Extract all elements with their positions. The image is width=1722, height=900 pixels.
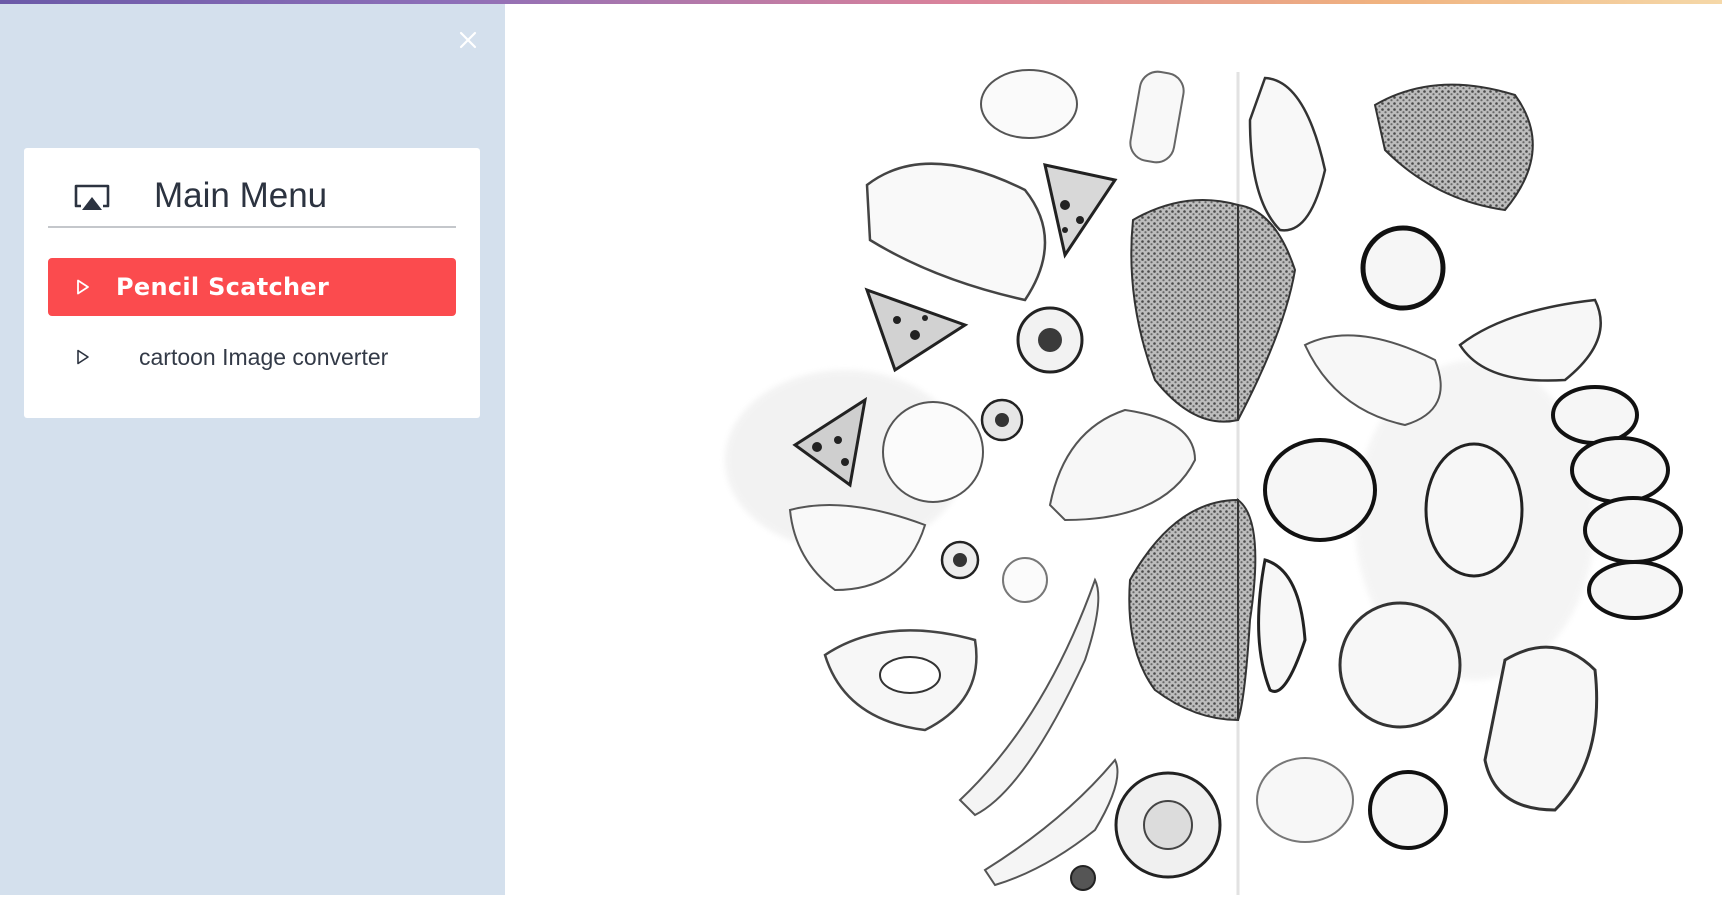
menu-item-pencil-scatcher[interactable]: Pencil Scatcher xyxy=(48,258,456,316)
menu-header: Main Menu xyxy=(48,172,456,228)
main-menu-card: Main Menu Pencil Scatcher cartoon Image … xyxy=(24,148,480,418)
pencil-sketch-vegetables-image xyxy=(505,0,1722,895)
top-gradient-bar xyxy=(0,0,1722,4)
airplay-icon xyxy=(72,182,112,214)
menu-item-label: Pencil Scatcher xyxy=(116,273,330,301)
sidebar: Main Menu Pencil Scatcher cartoon Image … xyxy=(0,0,505,895)
play-outline-icon xyxy=(76,279,90,295)
close-icon[interactable] xyxy=(454,26,482,54)
menu-title: Main Menu xyxy=(154,176,328,215)
menu-item-cartoon-image-converter[interactable]: cartoon Image converter xyxy=(48,328,456,386)
menu-item-label: cartoon Image converter xyxy=(139,343,389,370)
play-outline-icon xyxy=(76,349,90,365)
